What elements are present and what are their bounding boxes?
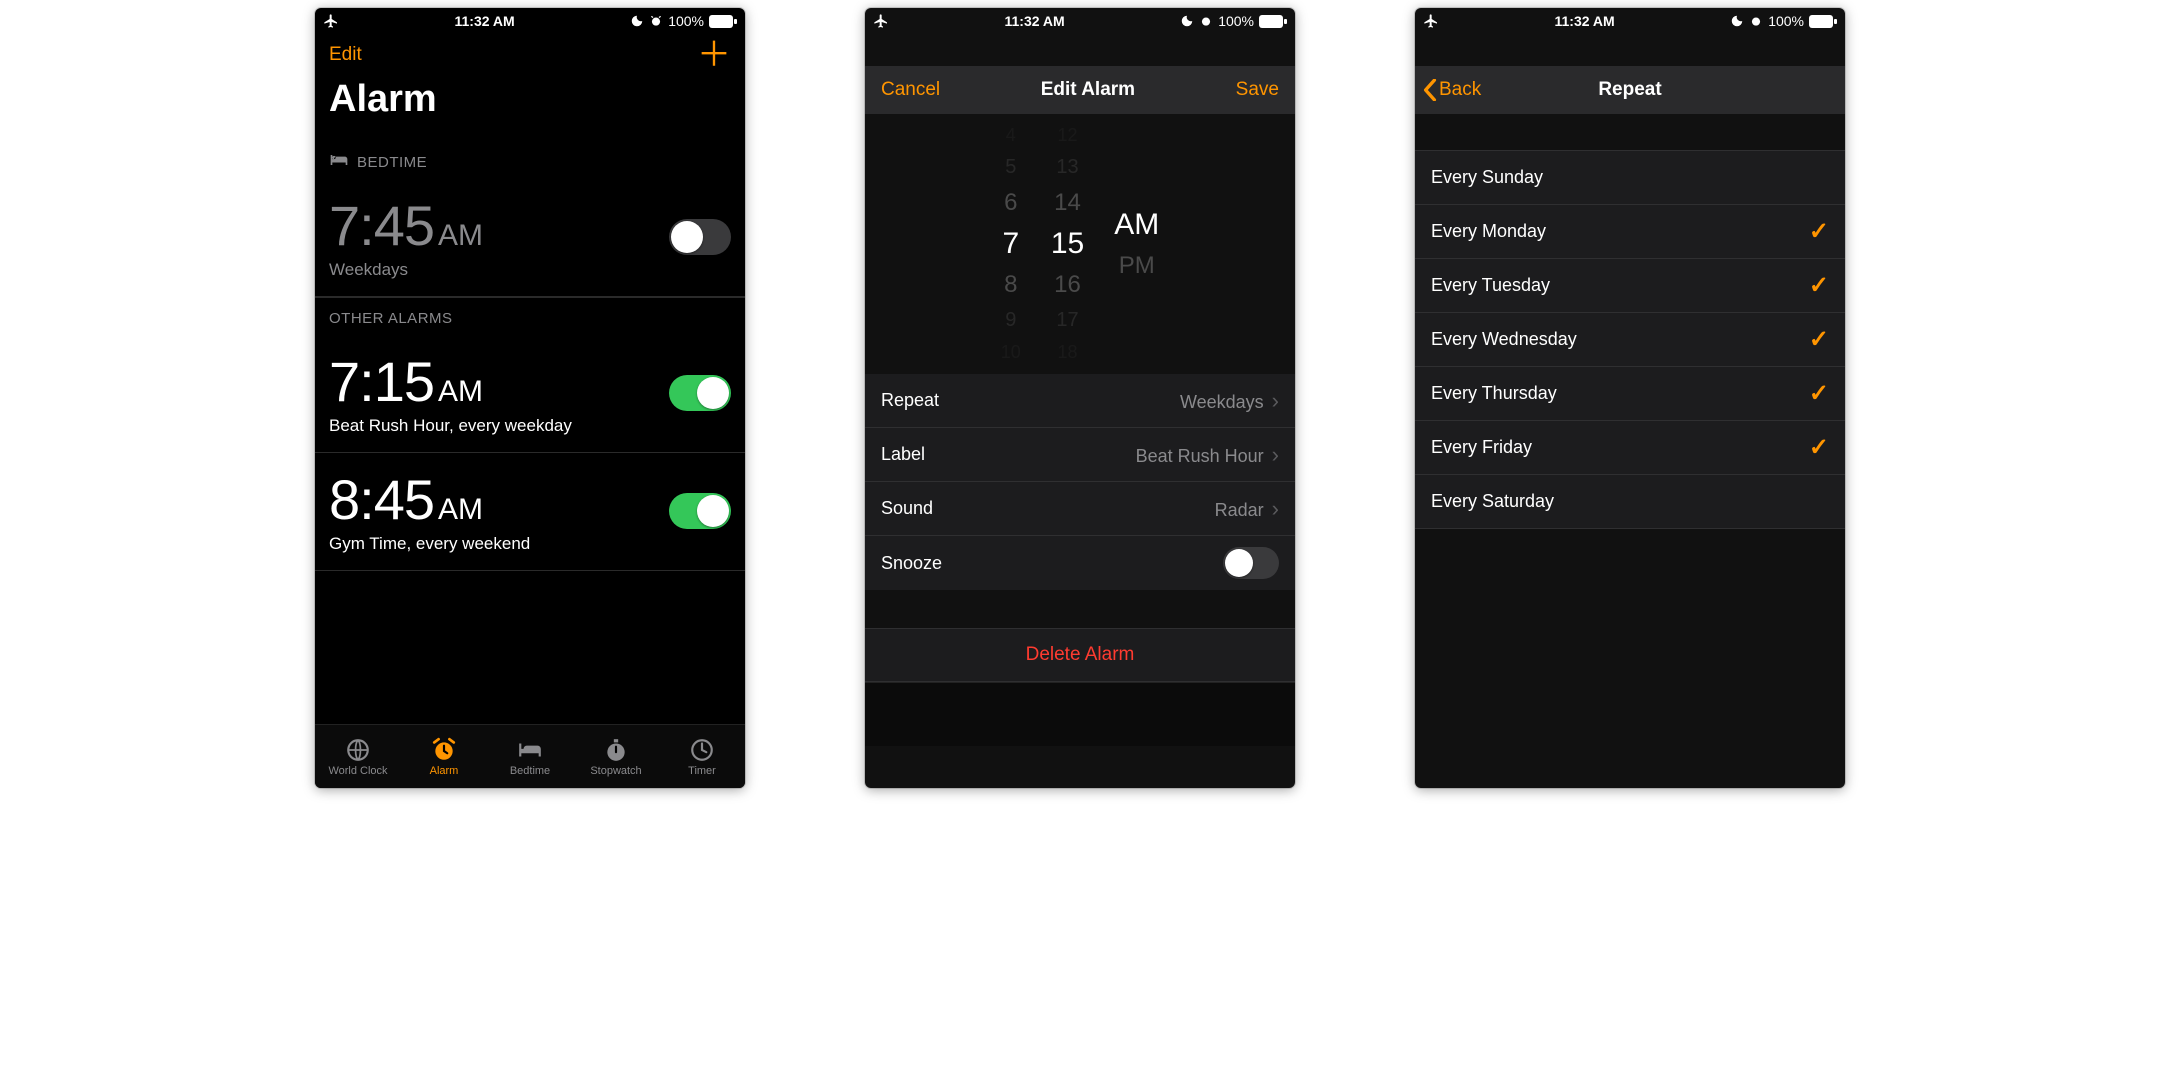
tab-alarm[interactable]: Alarm [401,725,487,788]
ampm-wheel[interactable]: AM PM [1114,208,1159,280]
alarm-1-toggle[interactable] [669,493,731,529]
airplane-icon [873,13,889,29]
flow-arrows [0,0,300,150]
day-row[interactable]: Every Monday✓ [1415,205,1845,259]
save-button[interactable]: Save [1236,79,1279,101]
hour-wheel[interactable]: 456 7 8910 [1001,125,1021,363]
check-icon: ✓ [1809,433,1829,462]
add-alarm-button[interactable]: ＋ [697,40,731,70]
alarm-status-icon [1199,14,1213,28]
section-bedtime-label: BEDTIME [315,141,745,179]
snooze-toggle[interactable] [1223,547,1279,579]
airplane-icon [323,13,339,29]
battery-icon [1259,15,1287,28]
alarm-status-icon [1749,14,1763,28]
battery-pct: 100% [1768,13,1804,29]
cancel-button[interactable]: Cancel [881,79,940,101]
tab-bedtime[interactable]: Bedtime [487,725,573,788]
nav-bar: Back Repeat [1415,66,1845,114]
bedtime-toggle[interactable] [669,219,731,255]
page-title: Alarm [315,74,745,141]
alarm-status-icon [649,14,663,28]
chevron-right-icon: › [1272,442,1279,467]
minute-wheel[interactable]: 121314 15 161718 [1051,125,1084,363]
edit-button[interactable]: Edit [329,44,362,66]
battery-icon [1809,15,1837,28]
dnd-icon [630,14,644,28]
screen-alarm-list: 11:32 AM 100% Edit ＋ Alarm BEDTIME 7:45 … [315,8,745,788]
tab-worldclock[interactable]: World Clock [315,725,401,788]
status-bar: 11:32 AM 100% [1415,8,1845,34]
section-other-label: OTHER ALARMS [315,297,745,335]
screen-edit-alarm: 11:32 AM 100% Cancel Edit Alarm Save 456… [865,8,1295,788]
screen-repeat: 11:32 AM 100% Back Repeat Every Sunday✓ … [1415,8,1845,788]
chevron-right-icon: › [1272,496,1279,521]
label-row[interactable]: Label Beat Rush Hour› [865,428,1295,482]
repeat-row[interactable]: Repeat Weekdays› [865,374,1295,428]
day-row[interactable]: Every Sunday✓ [1415,151,1845,205]
bedtime-time: 7:45 [329,193,434,258]
alarm-row-0[interactable]: 7:15 AM Beat Rush Hour, every weekday [315,335,745,453]
status-time: 11:32 AM [1555,13,1615,29]
bedtime-alarm-row[interactable]: 7:45 AM Weekdays [315,179,745,297]
bedtime-ampm: AM [438,219,483,253]
tab-bar: World Clock Alarm Bedtime Stopwatch Time… [315,724,745,788]
day-row[interactable]: Every Saturday✓ [1415,475,1845,529]
check-icon: ✓ [1809,325,1829,354]
days-list: Every Sunday✓ Every Monday✓ Every Tuesda… [1415,150,1845,529]
status-time: 11:32 AM [1005,13,1065,29]
nav-title: Edit Alarm [1041,79,1135,101]
chevron-right-icon: › [1272,388,1279,413]
alarm-0-toggle[interactable] [669,375,731,411]
sound-row[interactable]: Sound Radar› [865,482,1295,536]
dnd-icon [1730,14,1744,28]
status-time: 11:32 AM [455,13,515,29]
time-picker[interactable]: 456 7 8910 121314 15 161718 AM PM [865,114,1295,374]
airplane-icon [1423,13,1439,29]
tab-timer[interactable]: Timer [659,725,745,788]
day-row[interactable]: Every Thursday✓ [1415,367,1845,421]
back-button[interactable]: Back [1423,66,1481,114]
battery-icon [709,15,737,28]
tab-bar [865,682,1295,746]
nav-bar: Cancel Edit Alarm Save [865,66,1295,114]
day-row[interactable]: Every Tuesday✓ [1415,259,1845,313]
bed-icon [329,153,349,171]
status-bar: 11:32 AM 100% [315,8,745,34]
check-icon: ✓ [1809,271,1829,300]
check-icon: ✓ [1809,379,1829,408]
day-row[interactable]: Every Wednesday✓ [1415,313,1845,367]
check-icon: ✓ [1809,217,1829,246]
nav-title: Repeat [1598,79,1661,101]
tab-stopwatch[interactable]: Stopwatch [573,725,659,788]
day-row[interactable]: Every Friday✓ [1415,421,1845,475]
battery-pct: 100% [1218,13,1254,29]
dnd-icon [1180,14,1194,28]
snooze-row: Snooze [865,536,1295,590]
delete-alarm-button[interactable]: Delete Alarm [865,628,1295,682]
alarm-row-1[interactable]: 8:45 AM Gym Time, every weekend [315,453,745,571]
bedtime-sub: Weekdays [329,260,669,280]
battery-pct: 100% [668,13,704,29]
status-bar: 11:32 AM 100% [865,8,1295,34]
